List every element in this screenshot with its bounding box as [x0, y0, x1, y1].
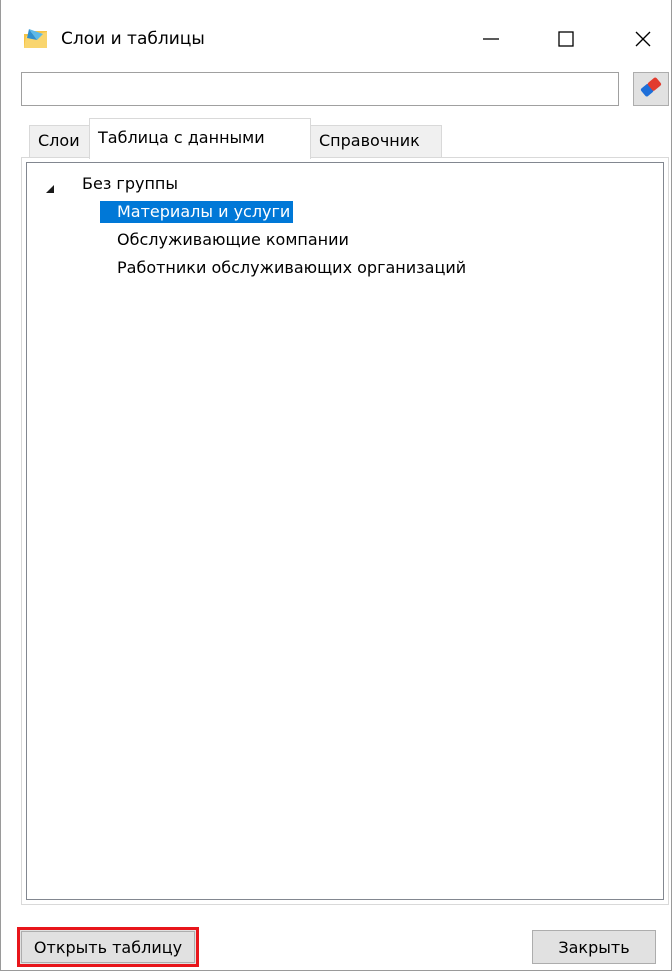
minimize-icon: [481, 29, 501, 49]
open-table-button[interactable]: Открыть таблицу: [17, 927, 199, 967]
tree-item-service-workers[interactable]: Работники обслуживающих организаций: [117, 257, 466, 279]
title-bar[interactable]: Слои и таблицы: [1, 0, 671, 80]
tables-tree[interactable]: Без группы Материалы и услуги Обслуживаю…: [26, 162, 664, 900]
open-table-button-focus-frame: [21, 931, 195, 963]
tab-data-table[interactable]: Таблица с данными: [89, 118, 311, 159]
tab-layers[interactable]: Слои: [29, 125, 94, 157]
folder-envelope-icon: [23, 26, 49, 52]
minimize-button[interactable]: [461, 16, 521, 62]
close-button-label: Закрыть: [558, 937, 630, 957]
tree-group-no-group[interactable]: Без группы: [82, 173, 178, 195]
eraser-icon: [638, 74, 664, 105]
clear-search-button[interactable]: [633, 72, 669, 106]
maximize-button[interactable]: [536, 16, 596, 62]
tab-reference[interactable]: Справочник: [310, 125, 442, 157]
close-button[interactable]: Закрыть: [532, 930, 656, 964]
maximize-icon: [556, 29, 576, 49]
close-icon: [633, 29, 653, 49]
layers-tables-window: Слои и таблицы Слои Справочник Таблица с…: [0, 0, 672, 971]
tree-item-materials-services[interactable]: Материалы и услуги: [100, 201, 294, 223]
window-title: Слои и таблицы: [61, 29, 205, 49]
close-window-button[interactable]: [613, 16, 671, 62]
tab-content-panel: Без группы Материалы и услуги Обслуживаю…: [21, 157, 669, 905]
collapse-triangle-icon[interactable]: [45, 179, 55, 193]
tab-strip: Слои Справочник Таблица с данными: [21, 118, 671, 159]
tree-item-service-companies[interactable]: Обслуживающие компании: [117, 229, 349, 251]
search-input[interactable]: [21, 72, 619, 106]
